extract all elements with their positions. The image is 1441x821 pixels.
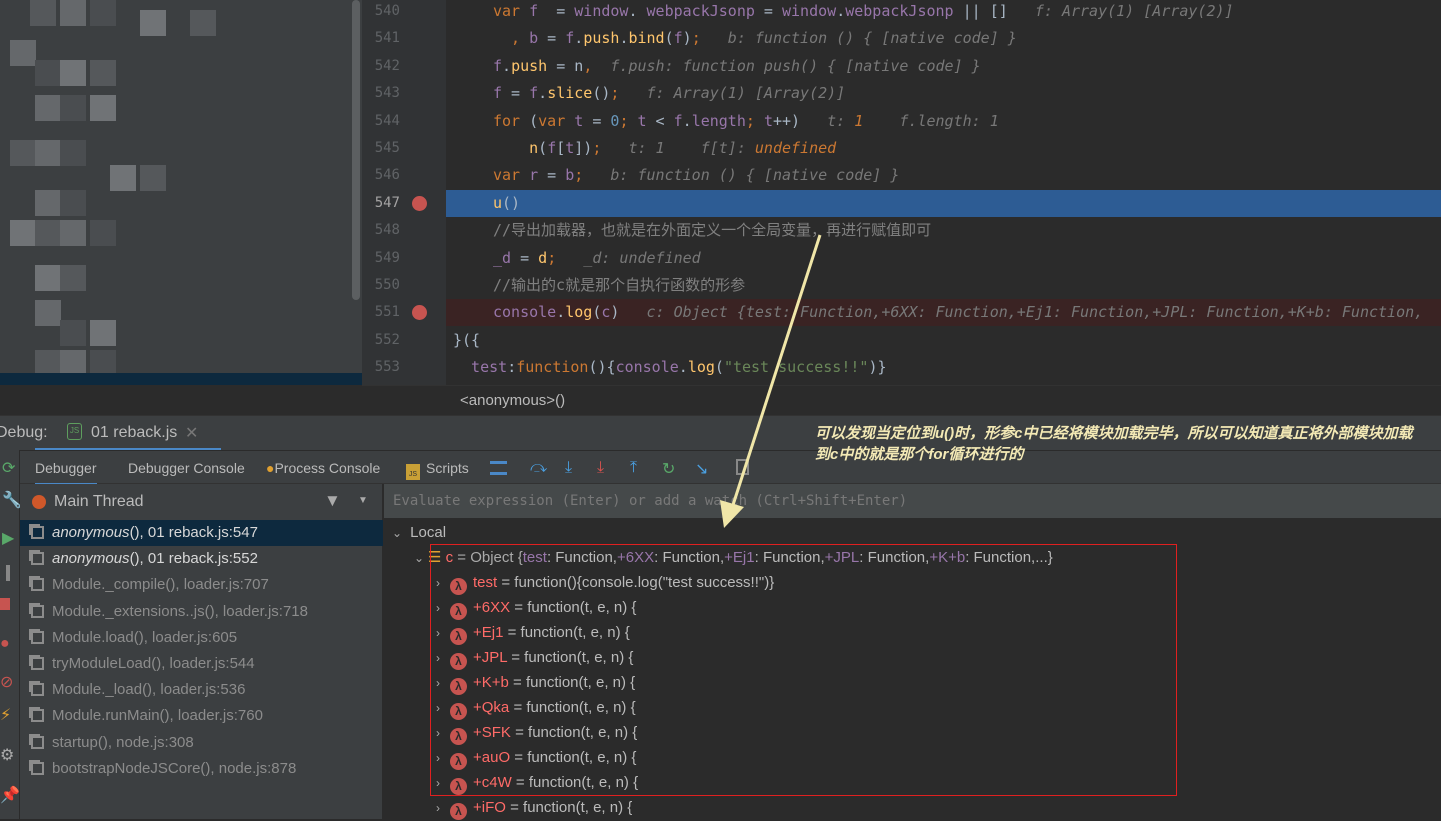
annotation-arrow [720,234,822,528]
arrow-head [720,500,744,528]
arrow-line [731,234,822,506]
